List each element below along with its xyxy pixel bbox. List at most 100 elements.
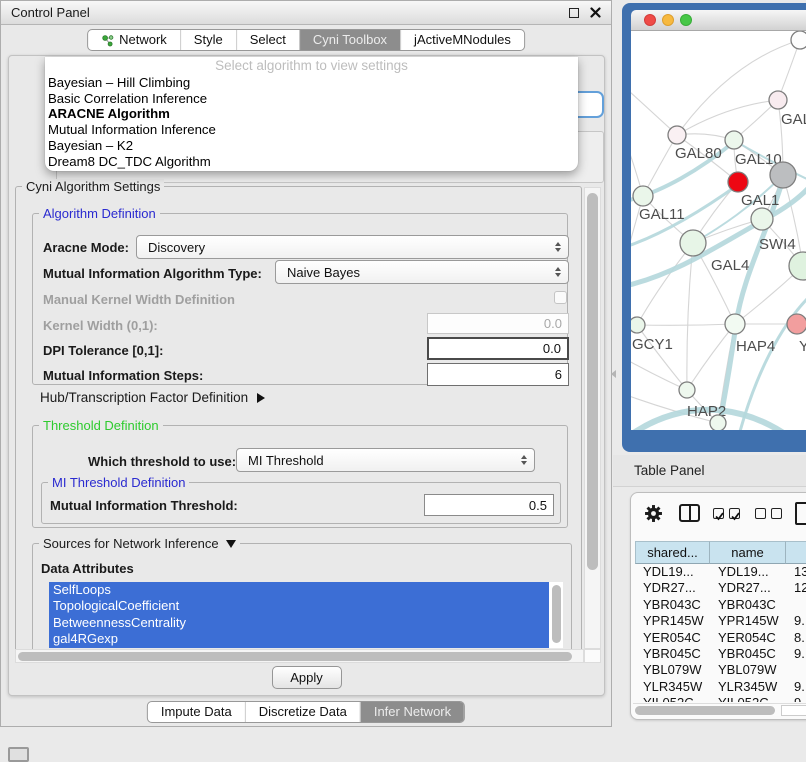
mi-steps-input[interactable] <box>427 363 569 386</box>
network-node[interactable] <box>710 415 726 430</box>
aracne-mode-label: Aracne Mode: <box>43 240 129 255</box>
vertical-scrollbar-thumb[interactable] <box>587 193 598 570</box>
data-attribute-item-topologicalcoefficient[interactable]: TopologicalCoefficient <box>49 598 549 614</box>
mi-threshold-definition-title: MI Threshold Definition <box>48 475 189 490</box>
tab-discretize-data[interactable]: Discretize Data <box>245 702 360 722</box>
table-row[interactable]: YBL079WYBL079W <box>635 662 806 678</box>
network-node-gal11[interactable] <box>633 186 653 206</box>
dropdown-items: Bayesian – Hill ClimbingBasic Correlatio… <box>45 75 578 169</box>
split-columns-icon[interactable] <box>679 504 700 522</box>
tab-impute-data[interactable]: Impute Data <box>148 702 245 722</box>
column-header-3[interactable] <box>786 541 806 564</box>
tab-infer-network[interactable]: Infer Network <box>360 702 464 722</box>
algorithm-option-dream8-dc-tdc-algorithm[interactable]: Dream8 DC_TDC Algorithm <box>45 154 578 170</box>
horizontal-scrollbar-thumb[interactable] <box>18 652 572 661</box>
unchecked-checkbox-icon[interactable] <box>771 508 782 519</box>
network-node-y[interactable] <box>787 314 806 334</box>
sources-title[interactable]: Sources for Network Inference <box>39 536 240 551</box>
network-node-swi4[interactable] <box>751 208 773 230</box>
apply-button[interactable]: Apply <box>272 666 342 689</box>
network-node[interactable] <box>789 252 806 280</box>
float-window-icon[interactable] <box>569 8 579 18</box>
network-edge[interactable] <box>631 361 687 390</box>
tab-select[interactable]: Select <box>236 30 299 50</box>
tab-cyni-toolbox[interactable]: Cyni Toolbox <box>299 30 400 50</box>
network-node-gcy1[interactable] <box>631 317 645 333</box>
close-icon[interactable] <box>590 7 601 18</box>
hub-factor-expander[interactable]: Hub/Transcription Factor Definition <box>40 390 265 405</box>
splitter-collapse-icon[interactable] <box>611 370 616 378</box>
table-cell: YDL19... <box>635 564 710 580</box>
checked-checkbox-icon[interactable] <box>729 508 740 519</box>
network-edge[interactable] <box>637 243 693 325</box>
algorithm-option-bayesian-hill-climbing[interactable]: Bayesian – Hill Climbing <box>45 75 578 91</box>
network-edge[interactable] <box>677 100 778 135</box>
table-cell: 9. <box>786 679 806 695</box>
unchecked-checkbox-icon[interactable] <box>755 508 766 519</box>
stepper-arrows-icon <box>555 267 561 277</box>
table-row[interactable]: YBR043CYBR043C <box>635 597 806 613</box>
apply-strip: Apply <box>9 666 604 697</box>
network-node[interactable] <box>791 31 806 49</box>
tab-style[interactable]: Style <box>180 30 236 50</box>
column-header-name[interactable]: name <box>710 541 786 564</box>
settings-horizontal-scrollbar[interactable] <box>15 649 584 663</box>
expander-expanded-icon <box>226 540 236 548</box>
tab-network[interactable]: Network <box>88 30 180 50</box>
settings-vertical-scrollbar[interactable] <box>584 187 601 649</box>
mi-threshold-input[interactable] <box>424 494 554 516</box>
network-node-hap2[interactable] <box>679 382 695 398</box>
mi-algorithm-type-value: Naive Bayes <box>287 265 360 280</box>
table-row[interactable]: YDL19...YDL19...13 <box>635 564 806 580</box>
algorithm-option-aracne-algorithm[interactable]: ARACNE Algorithm <box>45 106 578 122</box>
table-horizontal-scrollbar[interactable] <box>633 703 806 716</box>
data-attribute-item-gal4rgexp[interactable]: gal4RGexp <box>49 631 549 647</box>
network-node-gal10[interactable] <box>725 131 743 149</box>
table-row[interactable]: YPR145WYPR145W9. <box>635 613 806 629</box>
minimized-panel-icon[interactable] <box>8 747 29 762</box>
mi-algorithm-type-combobox[interactable]: Naive Bayes <box>275 260 569 284</box>
aracne-mode-combobox[interactable]: Discovery <box>136 235 569 259</box>
algorithm-option-mutual-information-inference[interactable]: Mutual Information Inference <box>45 122 578 138</box>
network-node-label: Y <box>799 338 806 355</box>
manual-kernel-width-checkbox[interactable] <box>554 291 567 304</box>
table-scrollbar-thumb[interactable] <box>635 706 775 715</box>
list-scrollbar-thumb[interactable] <box>552 585 561 643</box>
dpi-tolerance-input[interactable] <box>427 337 569 360</box>
data-attributes-list[interactable]: SelfLoopsTopologicalCoefficientBetweenne… <box>49 582 563 648</box>
tab-jactivemnodules[interactable]: jActiveMNodules <box>400 30 524 50</box>
which-threshold-combobox[interactable]: MI Threshold <box>236 448 535 472</box>
data-attribute-item-betweennesscentrality[interactable]: BetweennessCentrality <box>49 615 549 631</box>
network-node-gal8[interactable] <box>769 91 787 109</box>
network-window-titlebar[interactable] <box>631 10 806 31</box>
column-header-shared[interactable]: shared... <box>635 541 710 564</box>
algorithm-option-bayesian-k2[interactable]: Bayesian – K2 <box>45 138 578 154</box>
checked-checkbox-icon[interactable] <box>713 508 724 519</box>
network-node-hap4[interactable] <box>725 314 745 334</box>
table-row[interactable]: YBR045CYBR045C9. <box>635 646 806 662</box>
table-row[interactable]: YDR27...YDR27...12 <box>635 580 806 596</box>
table-row[interactable]: YER054CYER054C8. <box>635 630 806 646</box>
algorithm-option-basic-correlation-inference[interactable]: Basic Correlation Inference <box>45 91 578 107</box>
gear-icon[interactable] <box>644 504 663 523</box>
manual-kernel-width-label: Manual Kernel Width Definition <box>43 292 235 307</box>
network-canvas[interactable]: GAL8GAL80GAL10GAL1GAL11SWI4GAL4GCY1HAP4Y… <box>631 31 806 430</box>
close-traffic-light-icon[interactable] <box>644 14 656 26</box>
network-node-gal4[interactable] <box>680 230 706 256</box>
bottom-tab-bar: Impute DataDiscretize DataInfer Network <box>147 701 465 723</box>
document-icon[interactable] <box>795 502 806 525</box>
network-edge[interactable] <box>637 325 687 390</box>
network-node[interactable] <box>770 162 796 188</box>
table-row[interactable]: YIL052CYIL052C9 <box>635 695 806 702</box>
table-cell: YPR145W <box>635 613 710 629</box>
network-node-gal1[interactable] <box>728 172 748 192</box>
mi-algorithm-type-label: Mutual Information Algorithm Type: <box>43 266 262 281</box>
network-node-gal80[interactable] <box>668 126 686 144</box>
data-attribute-item-selfloops[interactable]: SelfLoops <box>49 582 549 598</box>
network-edge[interactable] <box>637 324 735 325</box>
table-row[interactable]: YLR345WYLR345W9. <box>635 679 806 695</box>
kernel-width-input[interactable] <box>427 313 569 334</box>
zoom-traffic-light-icon[interactable] <box>680 14 692 26</box>
minimize-traffic-light-icon[interactable] <box>662 14 674 26</box>
table-cell: YBL079W <box>635 662 710 678</box>
